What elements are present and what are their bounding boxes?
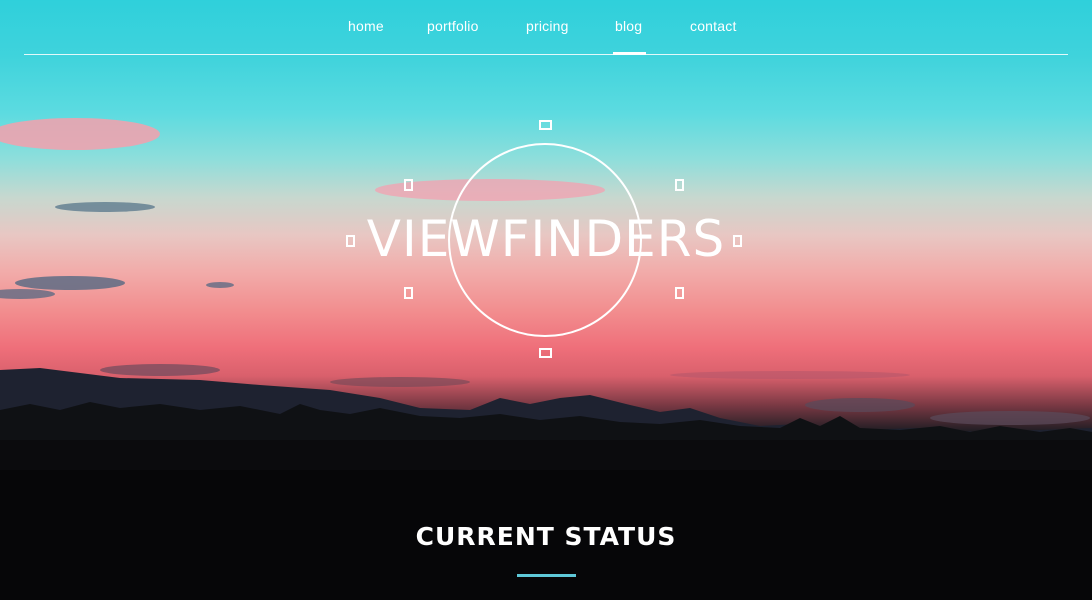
section-heading: CURRENT STATUS xyxy=(415,522,677,551)
hero-banner: home portfolio pricing blog contact VIEW… xyxy=(0,0,1092,470)
current-status-section: CURRENT STATUS xyxy=(0,470,1092,600)
site-logo[interactable]: VIEWFINDERS xyxy=(0,0,1092,470)
heading-underline xyxy=(517,574,576,577)
logo-wordmark: VIEWFINDERS xyxy=(366,210,726,268)
